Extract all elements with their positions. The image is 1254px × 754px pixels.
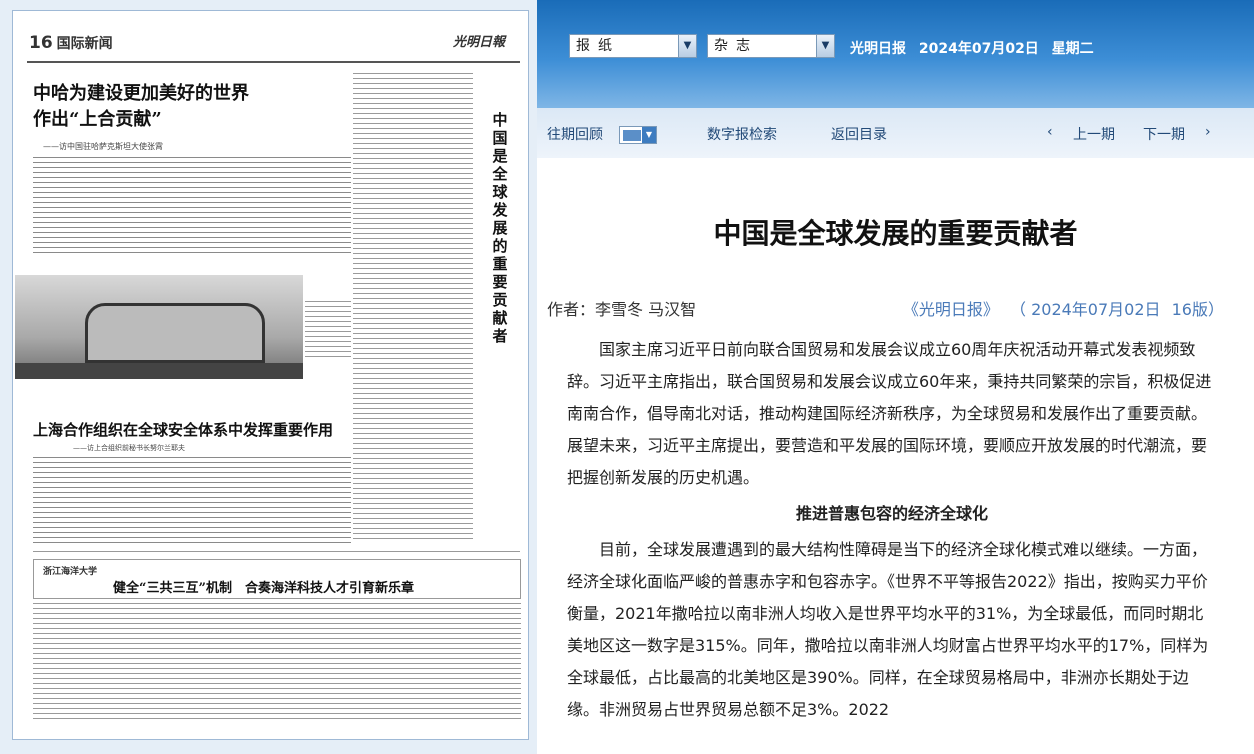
page-header: 16 国际新闻 [29, 33, 113, 53]
article-1-text[interactable] [33, 157, 351, 257]
calendar-button[interactable]: ▼ [619, 126, 657, 144]
photo-building [85, 303, 265, 363]
newspaper-logo: 光明日報 [453, 35, 506, 50]
source-date: （ 2024年07月02日 [1010, 300, 1161, 319]
media-type-select[interactable]: 报纸 ▼ [569, 34, 697, 58]
back-to-index-link[interactable]: 返回目录 [831, 124, 887, 144]
article-paragraph: 目前，全球发展遭遇到的最大结构性障碍是当下的经济全球化模式难以继续。一方面，经济… [567, 540, 1209, 719]
issue-weekday: 星期二 [1051, 41, 1094, 57]
source-line: 《光明日报》 （ 2024年07月02日 16版） [897, 296, 1224, 320]
news-photo[interactable] [15, 275, 303, 379]
headline-3[interactable]: 健全“三共三互”机制 合奏海洋科技人才引育新乐章 [113, 577, 414, 596]
magazine-value: 杂志 [714, 38, 758, 54]
university-label: 浙江海洋大学 [43, 567, 98, 577]
headline-1[interactable]: 中哈为建设更加美好的世界 作出“上合贡献” [33, 81, 249, 133]
chevron-left-icon[interactable]: ‹ [1047, 124, 1053, 140]
prev-issue-link[interactable]: 上一期 [1073, 124, 1115, 144]
headline-1-line1: 中哈为建设更加美好的世界 [33, 83, 249, 104]
chevron-right-icon[interactable]: › [1205, 124, 1211, 140]
chevron-down-icon: ▼ [642, 127, 656, 143]
issue-dateline: 光明日报 2024年07月02日 星期二 [850, 38, 1102, 58]
subhead-2: ——访上合组织前秘书长努尔兰耶夫 [73, 444, 185, 452]
magazine-select[interactable]: 杂志 ▼ [707, 34, 835, 58]
issue-date: 2024年07月02日 [918, 41, 1039, 57]
article-title: 中国是全球发展的重要贡献者 [713, 218, 1078, 249]
headline-1-line2: 作出“上合贡献” [33, 109, 162, 130]
source-page: 16版） [1171, 300, 1224, 319]
paper-name: 光明日报 [850, 41, 906, 57]
article-paragraph: 国家主席习近平日前向联合国贸易和发展会议成立60周年庆祝活动开幕式发表视频致辞。… [567, 340, 1212, 487]
newspaper-panel: 16 国际新闻 光明日報 中哈为建设更加美好的世界 作出“上合贡献” ——访中国驻… [0, 0, 537, 754]
headline-2[interactable]: 上海合作组织在全球安全体系中发挥重要作用 [33, 419, 333, 440]
reader-panel: 报纸 ▼ 杂志 ▼ 光明日报 2024年07月02日 星期二 往期回顾 ▼ 数字… [537, 0, 1254, 754]
photo-caption [305, 301, 351, 361]
article-4-text[interactable] [33, 603, 521, 723]
subhead-1: ——访中国驻哈萨克斯坦大使张霄 [43, 142, 163, 151]
vertical-title[interactable]: 中国是全球发展的重要贡献者 [491, 111, 509, 345]
digital-search-link[interactable]: 数字报检索 [707, 124, 777, 144]
article-3-text[interactable] [33, 457, 351, 545]
chevron-down-icon[interactable]: ▼ [816, 35, 834, 57]
media-type-value: 报纸 [576, 38, 620, 54]
section-name: 国际新闻 [56, 36, 113, 52]
page-number: 16 [29, 33, 53, 53]
article-body: 国家主席习近平日前向联合国贸易和发展会议成立60周年庆祝活动开幕式发表视频致辞。… [567, 334, 1217, 726]
newspaper-page-image[interactable]: 16 国际新闻 光明日報 中哈为建设更加美好的世界 作出“上合贡献” ——访中国驻… [12, 10, 529, 740]
chevron-down-icon[interactable]: ▼ [678, 35, 696, 57]
next-issue-link[interactable]: 下一期 [1143, 124, 1185, 144]
section-divider [33, 551, 520, 552]
calendar-icon [623, 130, 641, 141]
header-rule [27, 61, 520, 63]
article-2-text[interactable] [353, 73, 473, 543]
article-subtitle: 推进普惠包容的经济全球化 [795, 504, 988, 523]
photo-ground [15, 363, 303, 379]
source-name[interactable]: 《光明日报》 [903, 300, 999, 319]
archive-link[interactable]: 往期回顾 [547, 124, 603, 144]
author-line: 作者：李雪冬 马汉智 [547, 300, 697, 319]
